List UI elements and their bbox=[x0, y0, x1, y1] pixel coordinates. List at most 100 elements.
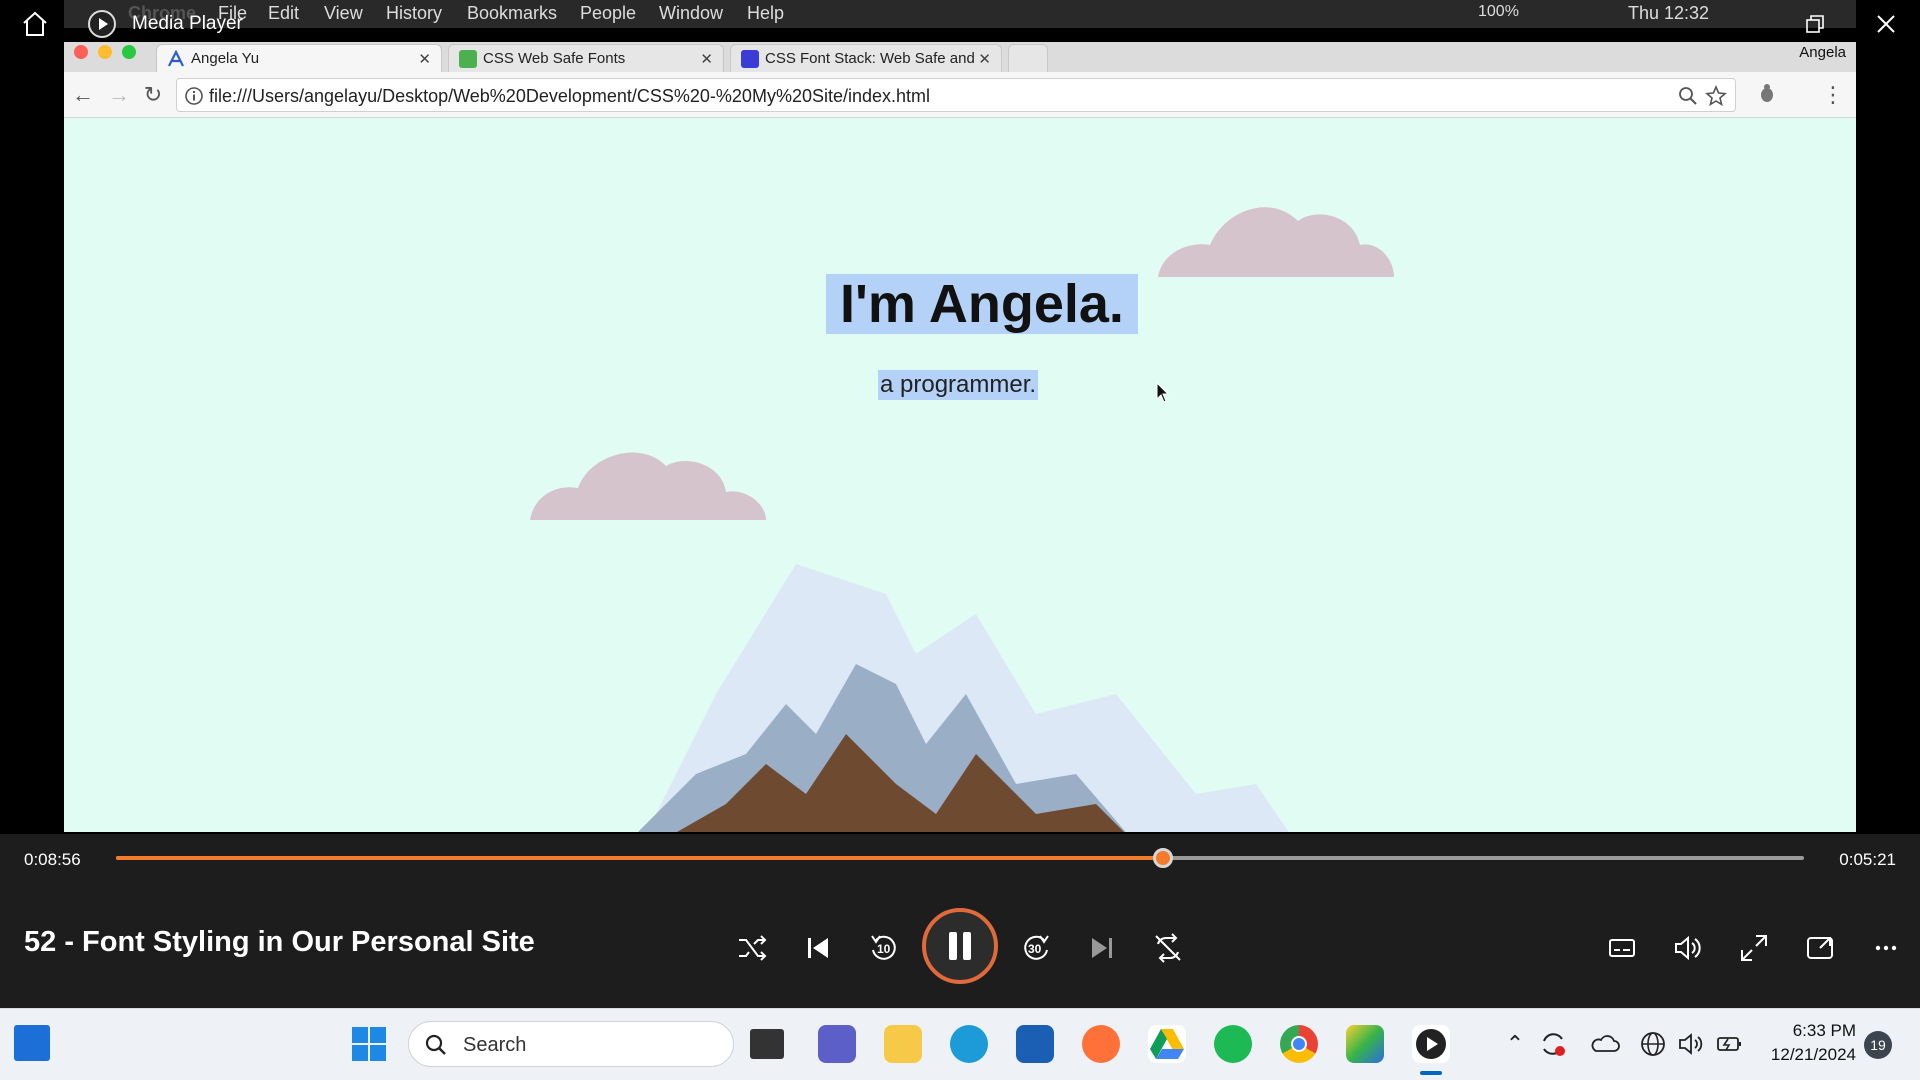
cloud-left bbox=[530, 452, 766, 520]
taskbar-time[interactable]: 6:33 PM bbox=[1766, 1021, 1856, 1041]
media-player-title: Media Player bbox=[132, 13, 243, 34]
pause-icon bbox=[949, 932, 971, 960]
new-tab-button[interactable] bbox=[1008, 44, 1048, 72]
back-icon[interactable]: ← bbox=[70, 82, 96, 108]
extension-icon[interactable] bbox=[1754, 82, 1780, 108]
menu-help[interactable]: Help bbox=[747, 3, 784, 24]
next-icon[interactable] bbox=[1084, 930, 1120, 966]
edge-icon[interactable] bbox=[950, 1025, 988, 1063]
browser-toolbar: ← → ↻ file:///Users/angelayu/Desktop/Web… bbox=[64, 72, 1856, 118]
microsoft-store-icon[interactable] bbox=[1016, 1025, 1054, 1063]
firefox-icon[interactable] bbox=[1082, 1025, 1120, 1063]
tray-chevron-up-icon[interactable]: ⌃ bbox=[1496, 1025, 1534, 1063]
mouse-cursor-icon bbox=[1156, 382, 1170, 403]
webpage-content: I'm Angela. a programmer. bbox=[64, 118, 1856, 832]
repeat-off-icon[interactable] bbox=[1150, 930, 1186, 966]
time-remaining: 0:05:21 bbox=[1839, 850, 1896, 869]
bookmark-star-icon[interactable] bbox=[1705, 84, 1727, 107]
time-elapsed: 0:08:56 bbox=[24, 850, 81, 869]
screen: Angela Yu ✕ CSS Web Safe Fonts ✕ CSS Fon… bbox=[0, 0, 1920, 1080]
tab-css-font-stack[interactable]: CSS Font Stack: Web Safe and ✕ bbox=[730, 44, 1002, 72]
seek-bar-thumb[interactable] bbox=[1152, 848, 1173, 868]
green-app-icon[interactable] bbox=[1214, 1025, 1252, 1063]
windows-start-icon[interactable] bbox=[350, 1025, 388, 1063]
mac-menubar-items: Chrome File Edit View History Bookmarks … bbox=[64, 0, 1856, 28]
search-icon bbox=[425, 1034, 446, 1055]
hero-subtitle: a programmer. bbox=[878, 370, 1039, 400]
teams-icon[interactable] bbox=[818, 1025, 856, 1063]
sync-icon[interactable] bbox=[1538, 1029, 1568, 1059]
captions-icon[interactable] bbox=[1604, 930, 1640, 966]
info-icon[interactable] bbox=[183, 85, 205, 107]
episode-title: 52 - Font Styling in Our Personal Site bbox=[24, 926, 535, 958]
tab-label: Angela Yu bbox=[191, 50, 260, 67]
task-view-icon[interactable] bbox=[750, 1029, 784, 1059]
onedrive-icon[interactable] bbox=[1590, 1029, 1620, 1059]
tab-css-web-safe-fonts[interactable]: CSS Web Safe Fonts ✕ bbox=[448, 44, 724, 72]
seek-bar[interactable] bbox=[116, 848, 1804, 868]
chrome-icon[interactable] bbox=[1280, 1025, 1318, 1063]
tab-angela-yu[interactable]: Angela Yu ✕ bbox=[156, 44, 442, 72]
skip-forward-30-button[interactable]: 30 bbox=[1018, 930, 1054, 966]
url-text[interactable]: file:///Users/angelayu/Desktop/Web%20Dev… bbox=[209, 86, 930, 107]
hero-title: I'm Angela. bbox=[826, 274, 1138, 334]
speaker-icon[interactable] bbox=[1676, 1029, 1706, 1059]
tab-label: CSS Font Stack: Web Safe and bbox=[765, 50, 975, 67]
more-options-icon[interactable] bbox=[1868, 930, 1904, 966]
active-app-indicator bbox=[1420, 1071, 1442, 1075]
seek-bar-fill bbox=[116, 856, 1163, 860]
fullscreen-icon[interactable] bbox=[1736, 930, 1772, 966]
chrome-menu-icon[interactable]: ⋮ bbox=[1820, 82, 1846, 108]
minimize-window-dot[interactable] bbox=[98, 45, 112, 59]
browser-window: Angela Yu ✕ CSS Web Safe Fonts ✕ CSS Fon… bbox=[64, 42, 1856, 832]
widgets-icon[interactable] bbox=[14, 1025, 50, 1061]
battery-percent: 100% bbox=[1478, 3, 1519, 20]
home-icon[interactable] bbox=[20, 10, 50, 38]
tab-close-icon[interactable]: ✕ bbox=[418, 50, 431, 68]
profile-name[interactable]: Angela bbox=[1799, 44, 1846, 61]
zoom-icon[interactable] bbox=[1677, 85, 1699, 107]
player-controls: 0:08:56 0:05:21 52 - Font Styling in Our… bbox=[0, 834, 1920, 1008]
skip-back-10-button[interactable]: 10 bbox=[866, 930, 902, 966]
shuffle-icon[interactable] bbox=[734, 930, 770, 966]
menu-edit[interactable]: Edit bbox=[268, 3, 299, 24]
media-player-logo-icon bbox=[88, 10, 116, 38]
cloud-top-right bbox=[1158, 207, 1394, 277]
mountain-illustration bbox=[638, 564, 1289, 832]
menu-window[interactable]: Window bbox=[659, 3, 723, 24]
volume-icon[interactable] bbox=[1670, 930, 1706, 966]
address-bar[interactable]: file:///Users/angelayu/Desktop/Web%20Dev… bbox=[176, 78, 1736, 112]
menu-history[interactable]: History bbox=[386, 3, 442, 24]
taskbar-search[interactable]: Search bbox=[408, 1021, 734, 1067]
close-icon[interactable] bbox=[1874, 12, 1898, 36]
google-drive-icon[interactable] bbox=[1148, 1025, 1186, 1063]
close-window-dot[interactable] bbox=[74, 45, 88, 59]
taskbar-date[interactable]: 12/21/2024 bbox=[1760, 1045, 1856, 1065]
skip-back-label: 10 bbox=[877, 942, 891, 956]
tab-strip: Angela Yu ✕ CSS Web Safe Fonts ✕ CSS Fon… bbox=[64, 42, 1856, 72]
forward-icon[interactable]: → bbox=[106, 82, 132, 108]
network-icon[interactable] bbox=[1638, 1029, 1668, 1059]
reload-icon[interactable]: ↻ bbox=[140, 82, 166, 108]
menu-bookmarks[interactable]: Bookmarks bbox=[467, 3, 557, 24]
tab-close-icon[interactable]: ✕ bbox=[978, 50, 991, 68]
w3schools-favicon-icon bbox=[459, 50, 477, 68]
bluestacks-icon[interactable] bbox=[1346, 1025, 1384, 1063]
menu-view[interactable]: View bbox=[324, 3, 363, 24]
file-explorer-icon[interactable] bbox=[884, 1025, 922, 1063]
zoom-window-dot[interactable] bbox=[122, 45, 136, 59]
tab-close-icon[interactable]: ✕ bbox=[700, 50, 713, 68]
taskbar: Search ⌃ 6:33 PM 12/21/2024 19 bbox=[0, 1008, 1920, 1080]
mini-player-icon[interactable] bbox=[1802, 930, 1838, 966]
notification-badge[interactable]: 19 bbox=[1864, 1031, 1892, 1059]
previous-icon[interactable] bbox=[800, 930, 836, 966]
battery-icon[interactable] bbox=[1714, 1029, 1744, 1059]
menu-people[interactable]: People bbox=[580, 3, 636, 24]
skip-forward-label: 30 bbox=[1028, 942, 1042, 956]
tab-label: CSS Web Safe Fonts bbox=[483, 50, 626, 67]
restore-icon[interactable] bbox=[1803, 12, 1827, 36]
mac-clock: Thu 12:32 bbox=[1628, 3, 1710, 23]
search-placeholder: Search bbox=[463, 1034, 527, 1056]
pause-button[interactable] bbox=[922, 908, 998, 984]
media-player-taskbar-icon[interactable] bbox=[1412, 1025, 1450, 1063]
